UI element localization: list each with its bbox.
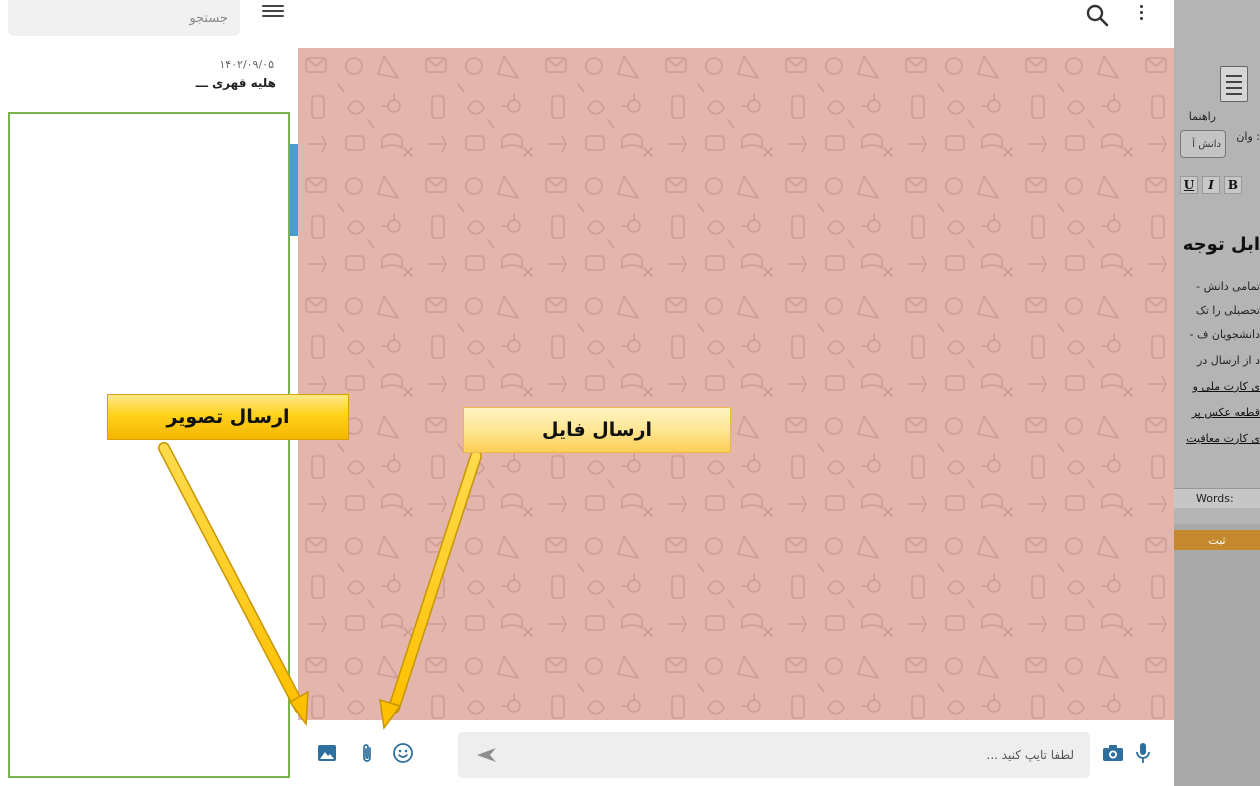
microphone-icon[interactable] [1132, 742, 1154, 764]
more-options-icon[interactable] [1136, 2, 1146, 28]
underline-button: U [1180, 176, 1198, 194]
send-image-icon[interactable] [316, 742, 338, 764]
chat-wallpaper-pattern [298, 48, 1174, 720]
notice-line: - تمامی دانش [1196, 280, 1260, 293]
notice-line: تحصیلی را تک [1195, 304, 1260, 317]
chat-header [298, 0, 1174, 48]
guide-document-icon [1220, 66, 1248, 102]
background-form: راهنما وان : دانش آ U I B ابل توجه - تما… [1174, 0, 1260, 524]
notice-line: قطعه عکس پر [1191, 406, 1260, 419]
search-box [8, 0, 240, 36]
search-input[interactable] [8, 0, 240, 36]
field-select: دانش آ [1180, 130, 1226, 158]
contact-list-item[interactable]: ۱۴۰۲/۰۹/۰۵ هلیه قهری ـــ [0, 48, 298, 104]
italic-button: I [1202, 176, 1220, 194]
notice-heading: ابل توجه [1182, 234, 1260, 255]
attach-file-icon[interactable] [356, 742, 378, 764]
message-composer [298, 720, 1174, 786]
camera-icon[interactable] [1102, 742, 1124, 764]
field-label: وان : [1236, 130, 1260, 143]
search-icon[interactable] [1084, 4, 1110, 30]
contact-date: ۱۴۰۲/۰۹/۰۵ [219, 58, 274, 71]
bold-button: B [1224, 176, 1242, 194]
send-file-callout: ارسال فایل [463, 407, 731, 453]
contact-name: هلیه قهری ـــ [195, 76, 276, 90]
notice-line: ی کارت معافیت [1186, 432, 1260, 445]
notice-line: - دانشجویان ف [1189, 328, 1260, 341]
send-icon[interactable] [474, 746, 498, 764]
notice-line: ی کارت ملی و [1192, 380, 1260, 393]
sidebar-scrollbar[interactable] [290, 144, 298, 236]
highlighted-sidebar-panel [8, 112, 290, 778]
emoji-icon[interactable] [392, 742, 414, 764]
send-image-callout: ارسال تصویر [107, 394, 349, 440]
message-input[interactable] [458, 732, 1090, 778]
editor-toolbar: U I B [1178, 172, 1260, 198]
background-page: راهنما وان : دانش آ U I B ابل توجه - تما… [1174, 0, 1260, 786]
chat-messages-area [298, 48, 1174, 720]
message-input-box [458, 732, 1090, 778]
word-count-bar: Words: [1174, 488, 1260, 508]
contacts-sidebar: ۱۴۰۲/۰۹/۰۵ هلیه قهری ـــ [0, 0, 298, 786]
notice-line: د از ارسال در [1197, 354, 1260, 367]
guide-label: راهنما [1188, 110, 1216, 123]
hamburger-menu-icon[interactable] [262, 0, 284, 22]
submit-button: ثبت [1174, 530, 1260, 550]
